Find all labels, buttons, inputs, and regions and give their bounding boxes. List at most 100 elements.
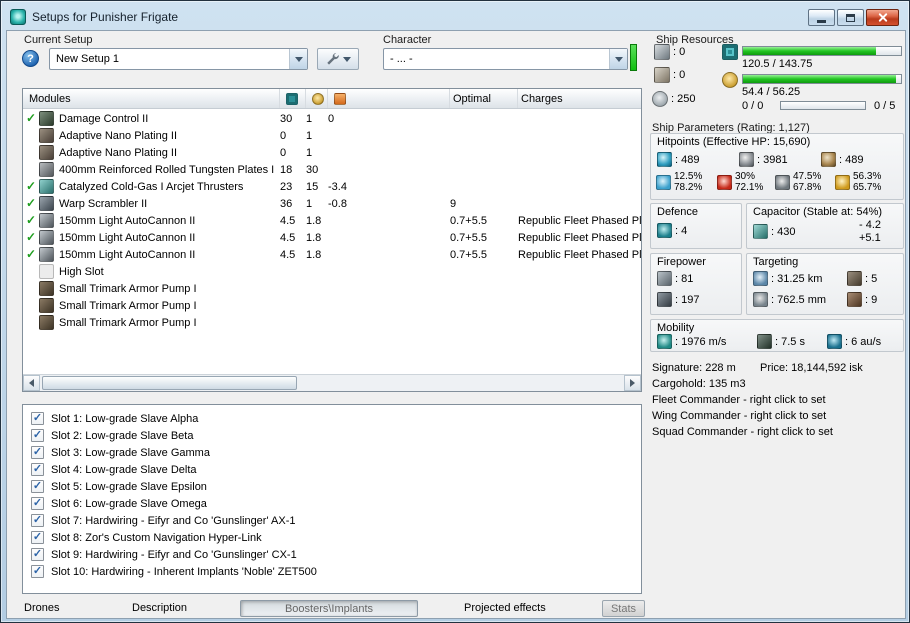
module-cpu-value: 4.5: [280, 248, 296, 261]
character-select[interactable]: - ... -: [383, 48, 628, 70]
module-name: Adaptive Nano Plating II: [59, 146, 178, 159]
kinetic-resist-icon: [775, 174, 790, 190]
minimize-button[interactable]: [808, 9, 835, 26]
capacitor-column-header[interactable]: [328, 89, 450, 108]
cpu-column-header[interactable]: [280, 89, 306, 108]
calibration: 250: [652, 91, 695, 107]
implant-checkbox[interactable]: ✓: [31, 531, 44, 544]
module-optimal-value: 0.7+5.5: [450, 214, 488, 227]
squad-commander-text[interactable]: Squad Commander - right click to set: [652, 426, 833, 438]
bottom-tabs: Drones Description Boosters\Implants Projec…: [7, 598, 647, 618]
tab-description[interactable]: Description: [132, 600, 187, 614]
module-row[interactable]: Small Trimark Armor Pump I: [23, 297, 641, 314]
implant-row[interactable]: ✓ Slot 10: Hardwiring - Inherent Implants…: [23, 563, 641, 580]
module-icon: [39, 281, 54, 296]
capacitor-value: 430: [771, 226, 795, 238]
scroll-right-button[interactable]: [624, 375, 641, 391]
capacitor-recharge-value: +5.1: [859, 232, 881, 244]
module-name: Small Trimark Armor Pump I: [59, 282, 197, 295]
thermal-resist-values: 30% 72.1%: [735, 171, 763, 193]
implant-checkbox[interactable]: ✓: [31, 463, 44, 476]
implant-row[interactable]: ✓ Slot 7: Hardwiring - Eifyr and Co 'Guns…: [23, 512, 641, 529]
capacitor-box: Capacitor (Stable at: 54%) 430 - 4.2 +5.…: [746, 203, 904, 249]
module-name: Small Trimark Armor Pump I: [59, 316, 197, 329]
implant-row[interactable]: ✓ Slot 5: Low-grade Slave Epsilon: [23, 478, 641, 495]
module-row[interactable]: ✓ Warp Scrambler II 36 1 -0.8 9: [23, 195, 641, 212]
implants-list: ✓ Slot 1: Low-grade Slave Alpha ✓ Slot 2: L…: [22, 404, 642, 594]
shield-resist-value: 47.5%: [793, 171, 822, 182]
implant-row[interactable]: ✓ Slot 6: Low-grade Slave Omega: [23, 495, 641, 512]
targeting-box: Targeting 31.25 km 5 762.5 mm 9: [746, 253, 904, 315]
close-button[interactable]: [866, 9, 899, 26]
module-row[interactable]: Small Trimark Armor Pump I: [23, 280, 641, 297]
implant-checkbox[interactable]: ✓: [31, 412, 44, 425]
module-row[interactable]: Adaptive Nano Plating II 0 1: [23, 127, 641, 144]
maximize-icon: [846, 13, 855, 22]
help-button[interactable]: ?: [22, 50, 39, 67]
launcher-hardpoints: 0: [654, 67, 685, 83]
optimal-column-header[interactable]: Optimal: [450, 89, 518, 108]
charges-column-header[interactable]: Charges: [518, 89, 641, 108]
capacitor-icon: [753, 224, 768, 239]
implant-checkbox[interactable]: ✓: [31, 514, 44, 527]
setup-tools-button[interactable]: [317, 48, 359, 70]
app-icon: [10, 8, 26, 25]
tab-projected-effects[interactable]: Projected effects: [464, 600, 546, 614]
maximize-button[interactable]: [837, 9, 864, 26]
tab-boosters-implants[interactable]: Boosters\Implants: [240, 600, 418, 617]
hitpoints-box: Hitpoints (Effective HP: 15,690) 489 398…: [650, 133, 904, 200]
module-row[interactable]: ✓ Catalyzed Cold-Gas I Arcjet Thrusters 23…: [23, 178, 641, 195]
module-cap-value: -3.4: [328, 180, 347, 193]
character-select-value: - ... -: [390, 53, 413, 65]
implant-label: Slot 6: Low-grade Slave Omega: [51, 497, 207, 510]
module-row[interactable]: 400mm Reinforced Rolled Tungsten Plates …: [23, 161, 641, 178]
module-row[interactable]: ✓ Damage Control II 30 1 0: [23, 110, 641, 127]
armor-resist-value: 65.7%: [853, 182, 882, 193]
module-row[interactable]: Adaptive Nano Plating II 0 1: [23, 144, 641, 161]
modules-column-header[interactable]: Modules: [23, 89, 280, 108]
explosive-resist-values: 56.3% 65.7%: [853, 171, 881, 193]
current-setup-label: Current Setup: [24, 34, 93, 46]
defence-label: Defence: [657, 206, 698, 218]
implant-checkbox[interactable]: ✓: [31, 548, 44, 561]
fleet-commander-text[interactable]: Fleet Commander - right click to set: [652, 394, 826, 406]
implant-checkbox[interactable]: ✓: [31, 446, 44, 459]
setup-select[interactable]: New Setup 1: [49, 48, 308, 70]
chevron-down-icon[interactable]: [289, 49, 307, 69]
implant-row[interactable]: ✓ Slot 3: Low-grade Slave Gamma: [23, 444, 641, 461]
scroll-left-button[interactable]: [23, 375, 40, 391]
horizontal-scrollbar[interactable]: [23, 374, 641, 391]
module-powergrid-value: 1: [306, 112, 313, 125]
powergrid-column-header[interactable]: [306, 89, 328, 108]
warp-speed-stat: 6 au/s: [827, 334, 881, 349]
module-row[interactable]: ✓ 150mm Light AutoCannon II 4.5 1.8 0.7+5.5 R…: [23, 212, 641, 229]
implant-row[interactable]: ✓ Slot 8: Zor's Custom Navigation Hyper-L…: [23, 529, 641, 546]
explosive-resist-group: 56.3% 65.7%: [835, 171, 881, 193]
wing-commander-text[interactable]: Wing Commander - right click to set: [652, 410, 826, 422]
warp-speed-icon: [827, 334, 842, 349]
implant-row[interactable]: ✓ Slot 4: Low-grade Slave Delta: [23, 461, 641, 478]
scrollbar-thumb[interactable]: [42, 376, 297, 390]
implant-checkbox[interactable]: ✓: [31, 429, 44, 442]
module-row[interactable]: ✓ 150mm Light AutoCannon II 4.5 1.8 0.7+5.5 R…: [23, 246, 641, 263]
tab-stats[interactable]: Stats: [602, 600, 645, 617]
module-name: 150mm Light AutoCannon II: [59, 248, 196, 261]
implant-row[interactable]: ✓ Slot 2: Low-grade Slave Beta: [23, 427, 641, 444]
implant-checkbox[interactable]: ✓: [31, 565, 44, 578]
scrollbar-track[interactable]: [40, 375, 624, 391]
implant-row[interactable]: ✓ Slot 9: Hardwiring - Eifyr and Co 'Guns…: [23, 546, 641, 563]
module-row[interactable]: Small Trimark Armor Pump I: [23, 314, 641, 331]
module-row[interactable]: ✓ 150mm Light AutoCannon II 4.5 1.8 0.7+5.5 R…: [23, 229, 641, 246]
implant-row[interactable]: ✓ Slot 1: Low-grade Slave Alpha: [23, 410, 641, 427]
titlebar[interactable]: Setups for Punisher Frigate: [4, 4, 906, 29]
module-row[interactable]: High Slot: [23, 263, 641, 280]
defence-stat: 4: [657, 223, 687, 238]
tab-drones[interactable]: Drones: [24, 600, 59, 614]
implant-label: Slot 2: Low-grade Slave Beta: [51, 429, 194, 442]
implant-checkbox[interactable]: ✓: [31, 480, 44, 493]
signature-text: Signature: 228 m: [652, 362, 736, 374]
modules-table-header[interactable]: Modules Optimal Charges: [23, 89, 641, 109]
implant-label: Slot 3: Low-grade Slave Gamma: [51, 446, 210, 459]
implant-checkbox[interactable]: ✓: [31, 497, 44, 510]
chevron-down-icon[interactable]: [609, 49, 627, 69]
